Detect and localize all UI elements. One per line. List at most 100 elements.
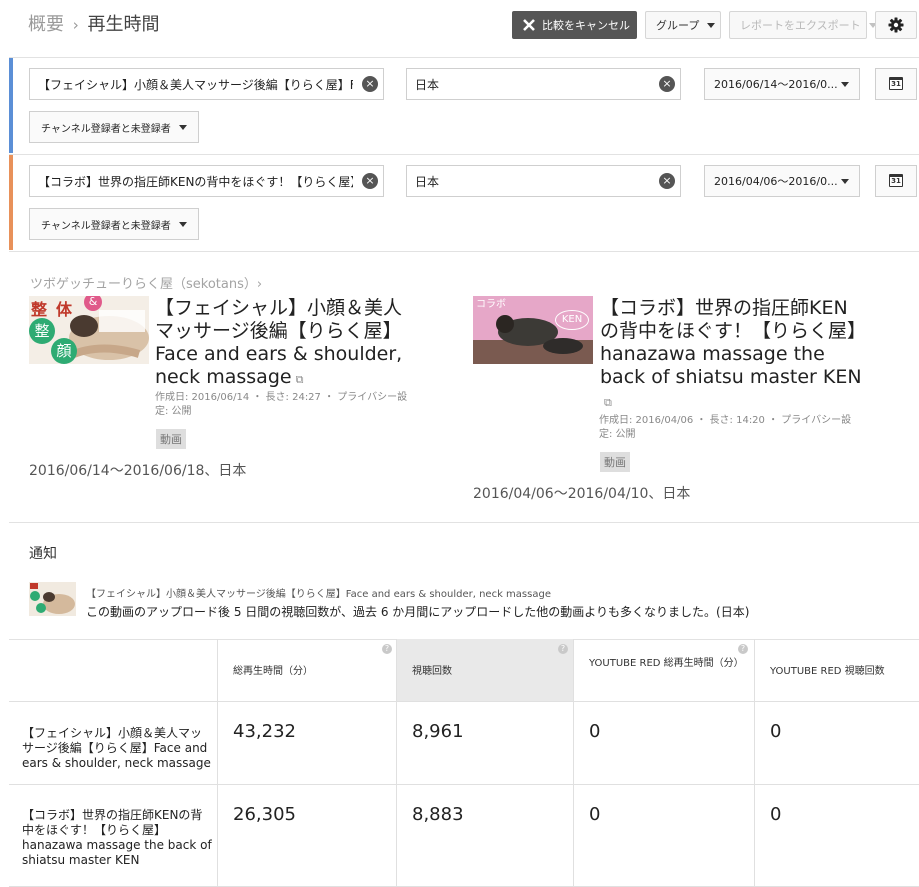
table-cell: 8,883 (397, 785, 574, 887)
chevron-down-icon (178, 124, 187, 130)
column-header-label: 総再生時間（分） (233, 666, 313, 677)
table-cell: 43,232 (218, 702, 397, 785)
cell-value: 43,232 (233, 721, 296, 742)
cell-value: 0 (770, 721, 782, 742)
thumbnail-text: 顔 (51, 338, 77, 364)
cancel-compare-button[interactable]: 比較をキャンセル (512, 11, 637, 39)
calendar-icon-number: 31 (890, 177, 902, 186)
export-report-dropdown[interactable]: レポートをエクスポート (729, 11, 877, 39)
video-meta: 作成日: 2016/06/14 ・ 長さ: 24:27 ・ プライバシー設定: … (155, 392, 408, 417)
video-select-field[interactable]: 【コラボ】世界の指圧師KENの背中をほぐす！【りらく屋】h × (29, 165, 384, 197)
video-title-text: 【フェイシャル】小顔＆美人マッサージ後編【りらく屋】Face and ears … (155, 297, 403, 388)
external-link-icon[interactable]: ⧉ (296, 368, 304, 391)
date-range-value: 2016/06/14～2016/0... (714, 78, 838, 91)
clear-icon[interactable]: × (362, 76, 378, 92)
table-cell: 0 (755, 785, 919, 887)
video-thumbnail[interactable]: コラボ KEN (473, 296, 593, 364)
column-header-label: 視聴回数 (412, 666, 452, 677)
calendar-button[interactable]: 31 (875, 68, 917, 100)
column-header-views[interactable]: ? 視聴回数 (397, 639, 574, 702)
divider (9, 57, 919, 58)
video-date-range: 2016/06/14～2016/06/18、日本 (29, 463, 247, 479)
table-cell: 0 (574, 785, 755, 887)
video-thumbnail[interactable]: 整 体 & 整 顔 (29, 296, 149, 364)
cell-value: 8,961 (412, 721, 464, 742)
chevron-down-icon (841, 82, 849, 87)
channel-link[interactable]: ツボゲッチューりらく屋（sekotans）› (30, 273, 262, 292)
divider (9, 154, 919, 155)
breadcrumb: 概要 › 再生時間 (28, 10, 159, 36)
table-cell: 0 (574, 702, 755, 785)
group-dropdown[interactable]: グループ (645, 11, 721, 39)
column-header-red-views[interactable]: YOUTUBE RED 視聴回数 (755, 639, 919, 702)
gear-icon (888, 17, 904, 33)
help-icon[interactable]: ? (558, 644, 568, 654)
video-type-badge: 動画 (600, 452, 630, 472)
cell-value: 26,305 (233, 804, 296, 825)
column-header-label: YOUTUBE RED 総再生時間（分） (589, 658, 744, 669)
thumbnail-text: 整 (31, 300, 48, 319)
date-range-dropdown[interactable]: 2016/06/14～2016/0... (704, 68, 860, 100)
notification-message: この動画のアップロード後 5 日間の視聴回数が、過去 6 か月間にアップロードし… (86, 605, 750, 619)
date-range-dropdown[interactable]: 2016/04/06～2016/0... (704, 165, 860, 197)
country-value: 日本 (415, 174, 440, 189)
cell-value: 0 (770, 804, 782, 825)
video-type-badge: 動画 (156, 429, 186, 449)
video-select-field[interactable]: 【フェイシャル】小顔＆美人マッサージ後編【りらく屋】Face × (29, 68, 384, 100)
subscriber-dropdown[interactable]: チャンネル登録者と未登録者 (29, 111, 199, 143)
column-header-red-watch-time[interactable]: ? YOUTUBE RED 総再生時間（分） (574, 639, 755, 702)
table-cell: 8,961 (397, 702, 574, 785)
settings-button[interactable] (875, 11, 917, 39)
country-field[interactable]: 日本 × (406, 68, 681, 100)
clear-icon[interactable]: × (659, 173, 675, 189)
breadcrumb-overview-link[interactable]: 概要 (28, 14, 64, 35)
thumbnail-text: 整 (29, 318, 55, 344)
thumbnail-text: 体 (56, 300, 73, 319)
cell-value: 8,883 (412, 804, 464, 825)
page-title: 再生時間 (87, 14, 160, 35)
calendar-icon: 31 (889, 77, 903, 90)
table-row-label: 【コラボ】世界の指圧師KENの背中をほぐす！【りらく屋】hanazawa mas… (9, 785, 218, 887)
column-header-watch-time[interactable]: ? 総再生時間（分） (218, 639, 397, 702)
breadcrumb-separator: › (72, 16, 79, 34)
external-link-icon[interactable]: ⧉ (604, 391, 612, 414)
chevron-down-icon (178, 221, 187, 227)
notification-thumbnail (29, 582, 76, 616)
chevron-down-icon (707, 22, 716, 28)
divider (9, 251, 919, 252)
subscriber-dropdown[interactable]: チャンネル登録者と未登録者 (29, 208, 199, 240)
subscriber-value: チャンネル登録者と未登録者 (41, 123, 171, 135)
row-accent-bar (9, 58, 13, 153)
video-select-value: 【フェイシャル】小顔＆美人マッサージ後編【りらく屋】Face (38, 77, 353, 92)
chevron-down-icon (841, 179, 849, 184)
video-title[interactable]: 【フェイシャル】小顔＆美人マッサージ後編【りらく屋】Face and ears … (155, 297, 417, 391)
calendar-icon: 31 (889, 174, 903, 187)
thumbnail-image (29, 582, 76, 616)
calendar-icon-number: 31 (890, 80, 902, 89)
date-range-value: 2016/04/06～2016/0... (714, 175, 838, 188)
clear-icon[interactable]: × (362, 173, 378, 189)
video-title-text: 【コラボ】世界の指圧師KENの背中をほぐす！【りらく屋】hanazawa mas… (600, 297, 862, 388)
video-date-range: 2016/04/06～2016/04/10、日本 (473, 486, 691, 502)
video-title[interactable]: 【コラボ】世界の指圧師KENの背中をほぐす！【りらく屋】hanazawa mas… (600, 297, 862, 414)
table-row-label: 【フェイシャル】小顔＆美人マッサージ後編【りらく屋】Face and ears … (9, 702, 218, 785)
row-label-text: 【フェイシャル】小顔＆美人マッサージ後編【りらく屋】Face and ears … (22, 726, 211, 770)
cell-value: 0 (589, 804, 601, 825)
subscriber-value: チャンネル登録者と未登録者 (41, 220, 171, 232)
help-icon[interactable]: ? (382, 644, 392, 654)
group-label: グループ (656, 19, 700, 32)
divider (9, 522, 919, 523)
row-accent-bar (9, 155, 13, 250)
metrics-table: ? 総再生時間（分） ? 視聴回数 ? YOUTUBE RED 総再生時間（分）… (9, 639, 919, 887)
help-icon[interactable]: ? (738, 644, 748, 654)
thumbnail-text: KEN (555, 310, 589, 330)
notification-video-title[interactable]: 【フェイシャル】小顔＆美人マッサージ後編【りらく屋】Face and ears … (86, 585, 551, 600)
clear-icon[interactable]: × (659, 76, 675, 92)
row-label-text: 【コラボ】世界の指圧師KENの背中をほぐす！【りらく屋】hanazawa mas… (22, 808, 212, 867)
video-meta: 作成日: 2016/04/06 ・ 長さ: 14:20 ・ プライバシー設定: … (599, 415, 852, 440)
notifications-heading: 通知 (29, 546, 57, 562)
column-header-label: YOUTUBE RED 視聴回数 (770, 666, 885, 677)
calendar-button[interactable]: 31 (875, 165, 917, 197)
country-field[interactable]: 日本 × (406, 165, 681, 197)
table-header-empty (9, 639, 218, 702)
